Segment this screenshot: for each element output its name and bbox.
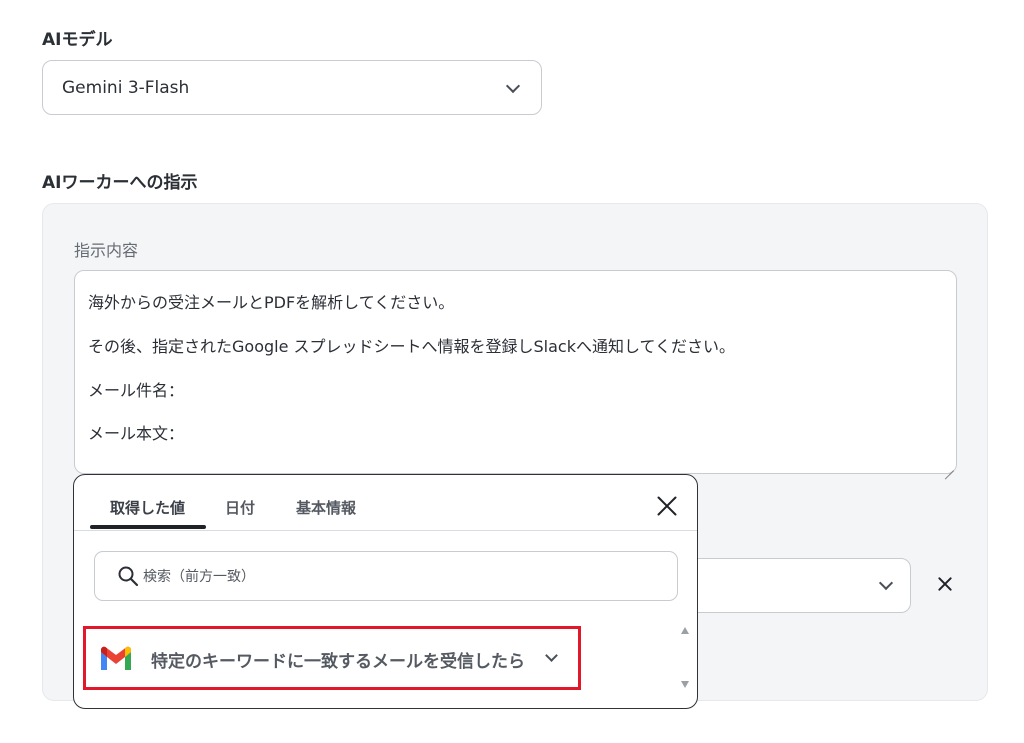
scroll-down-icon[interactable]	[681, 681, 689, 688]
tab-basic-info[interactable]: 基本情報	[296, 497, 356, 518]
resize-handle-icon[interactable]	[945, 462, 954, 471]
instructions-label: AIワーカーへの指示	[42, 173, 198, 193]
instruction-content-label: 指示内容	[74, 241, 139, 260]
trigger-item-gmail[interactable]: 特定のキーワードに一致するメールを受信したら	[83, 626, 581, 690]
tabs-divider	[74, 530, 697, 531]
active-tab-indicator	[90, 525, 206, 529]
chevron-down-icon	[505, 78, 521, 94]
scrollbar[interactable]	[677, 623, 693, 699]
trigger-item-label: 特定のキーワードに一致するメールを受信したら	[151, 652, 525, 672]
instruction-textarea[interactable]: 海外からの受注メールとPDFを解析してください。 その後、指定されたGoogle…	[74, 270, 957, 474]
value-picker-popup: 取得した値 日付 基本情報 検索（前方一致） 特定のキーワードに一致するメールを…	[73, 474, 698, 709]
remove-icon[interactable]	[932, 571, 958, 597]
close-icon[interactable]	[654, 493, 680, 519]
search-icon	[118, 566, 139, 587]
gmail-icon	[101, 646, 131, 670]
tab-date[interactable]: 日付	[225, 497, 255, 518]
instruction-line: メール件名：	[88, 381, 185, 400]
ai-model-value: Gemini 3-Flash	[62, 78, 190, 98]
scroll-up-icon[interactable]	[681, 627, 689, 634]
search-field[interactable]: 検索（前方一致）	[94, 551, 678, 601]
tab-acquired-values[interactable]: 取得した値	[110, 497, 185, 518]
search-input[interactable]: 検索（前方一致）	[143, 566, 255, 586]
ai-model-label: AIモデル	[42, 30, 113, 50]
chevron-down-icon[interactable]	[545, 649, 558, 662]
background-select[interactable]	[683, 558, 911, 613]
instruction-line: 海外からの受注メールとPDFを解析してください。	[88, 293, 455, 312]
chevron-down-icon	[878, 575, 894, 591]
instruction-line: その後、指定されたGoogle スプレッドシートへ情報を登録しSlackへ通知し…	[88, 337, 736, 356]
ai-model-select[interactable]: Gemini 3-Flash	[42, 60, 542, 115]
instruction-line: メール本文：	[88, 424, 185, 443]
